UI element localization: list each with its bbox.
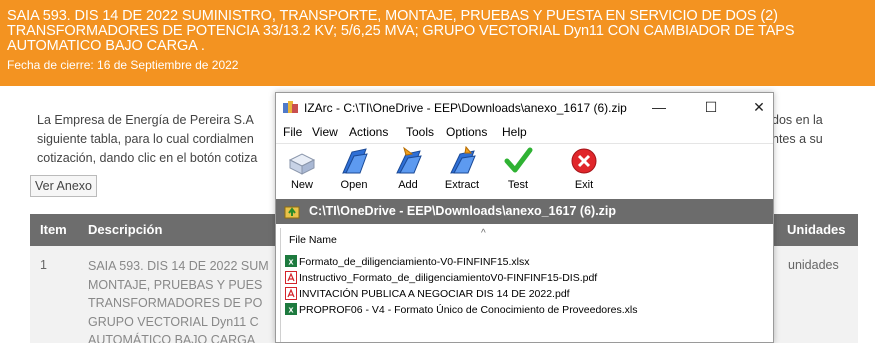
menu-actions[interactable]: Actions [349, 125, 388, 139]
exit-label: Exit [574, 179, 594, 191]
sort-ascending-icon: ^ [481, 228, 486, 239]
open-button[interactable]: Open [331, 146, 377, 194]
test-button[interactable]: Test [495, 146, 541, 194]
menu-tools[interactable]: Tools [406, 125, 434, 139]
cell-units: unidades [788, 258, 839, 272]
menu-bar: File View Actions Tools Options Help [276, 122, 773, 143]
archive-path-bar: C:\TI\OneDrive - EEP\Downloads\anexo_161… [276, 199, 773, 224]
new-label: New [290, 179, 313, 191]
column-header-units: Unidades [787, 222, 846, 237]
intro-line: siguiente tabla, para lo cual cordialmen [37, 132, 254, 146]
description-line: TRANSFORMADORES DE PO [88, 296, 263, 310]
test-label: Test [507, 179, 529, 191]
exit-button[interactable]: Exit [561, 146, 607, 194]
closing-date: Fecha de cierre: 16 de Septiembre de 202… [7, 58, 239, 72]
add-folder-icon [396, 146, 422, 174]
column-header-file-name[interactable]: File Name [289, 234, 337, 246]
open-label: Open [340, 179, 368, 191]
close-button[interactable]: ✕ [744, 96, 773, 118]
menu-file[interactable]: File [283, 125, 302, 139]
file-list: File Name ^ x Formato_de_diligenciamient… [280, 228, 770, 342]
svg-text:x: x [288, 305, 293, 315]
tender-title: SAIA 593. DIS 14 DE 2022 SUMINISTRO, TRA… [7, 8, 795, 54]
ver-anexo-button[interactable]: Ver Anexo [30, 175, 97, 197]
intro-line: ntes a su [772, 132, 823, 146]
intro-line: La Empresa de Energía de Pereira S.A [37, 113, 254, 127]
checkmark-icon [504, 147, 533, 173]
pdf-file-icon [285, 271, 297, 284]
file-name: INVITACIÓN PUBLICA A NEGOCIAR DIS 14 DE … [299, 288, 570, 300]
excel-file-icon: x [285, 255, 297, 267]
extract-button[interactable]: Extract [439, 146, 485, 194]
archive-path: C:\TI\OneDrive - EEP\Downloads\anexo_161… [309, 204, 617, 218]
cell-item: 1 [40, 258, 47, 272]
izarc-app-icon [283, 101, 298, 113]
menu-help[interactable]: Help [502, 125, 527, 139]
add-button[interactable]: Add [385, 146, 431, 194]
file-name: Formato_de_diligenciamiento-V0-FINFINF15… [299, 256, 530, 268]
intro-line: cotización, dando clic en el botón cotiz… [37, 151, 258, 165]
window-title: IZArc - C:\TI\OneDrive - EEP\Downloads\a… [304, 101, 627, 115]
exit-icon [571, 148, 597, 174]
open-folder-icon [342, 148, 368, 174]
maximize-button[interactable]: ☐ [696, 96, 726, 118]
file-name: PROPROF06 - V4 - Formato Único de Conoci… [299, 304, 638, 316]
description-line: SAIA 593. DIS 14 DE 2022 SUM [88, 259, 269, 273]
new-archive-icon [288, 153, 316, 175]
minimize-button[interactable]: — [644, 96, 674, 118]
pdf-file-icon [285, 287, 297, 300]
menu-options[interactable]: Options [446, 125, 487, 139]
new-button[interactable]: New [279, 146, 325, 194]
file-name: Instructivo_Formato_de_diligenciamientoV… [299, 272, 598, 284]
window-titlebar[interactable]: IZArc - C:\TI\OneDrive - EEP\Downloads\a… [276, 93, 773, 122]
extract-folder-icon [450, 146, 476, 174]
description-line: MONTAJE, PRUEBAS Y PUES [88, 277, 263, 292]
page: SAIA 593. DIS 14 DE 2022 SUMINISTRO, TRA… [0, 0, 875, 343]
up-folder-icon[interactable] [284, 204, 300, 219]
tender-banner: SAIA 593. DIS 14 DE 2022 SUMINISTRO, TRA… [0, 0, 875, 86]
cell-description: SAIA 593. DIS 14 DE 2022 SUM MONTAJE, PR… [88, 257, 278, 343]
column-header-description: Descripción [88, 222, 163, 237]
svg-text:x: x [288, 257, 293, 267]
add-label: Add [398, 179, 418, 191]
intro-line: dos en la [772, 113, 823, 127]
description-line: GRUPO VECTORIAL Dyn11 C [88, 314, 259, 329]
extract-label: Extract [444, 179, 480, 191]
menu-view[interactable]: View [312, 125, 338, 139]
toolbar: New Open Add Extract Test Exit [276, 143, 773, 195]
column-header-item: Item [40, 222, 67, 237]
description-line: AUTOMÁTICO BAJO CARGA [88, 333, 256, 343]
izarc-window: IZArc - C:\TI\OneDrive - EEP\Downloads\a… [275, 92, 774, 343]
excel-file-icon: x [285, 303, 297, 315]
